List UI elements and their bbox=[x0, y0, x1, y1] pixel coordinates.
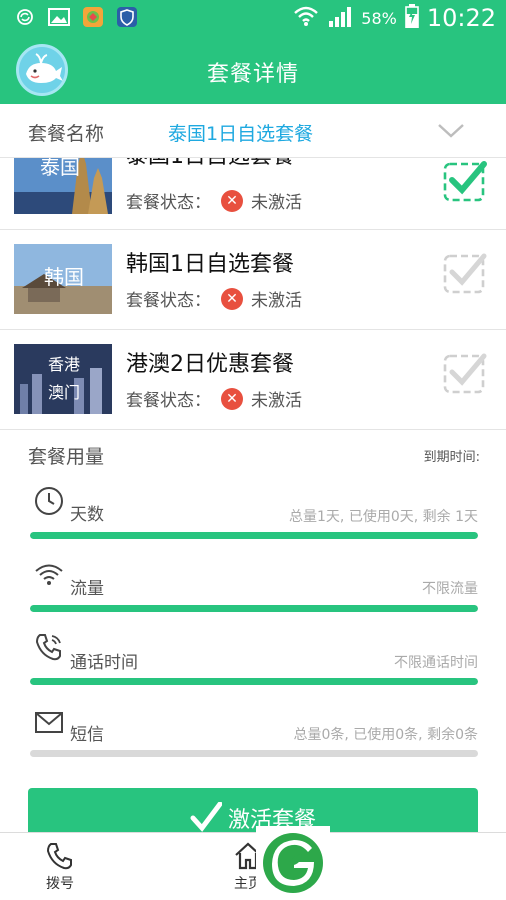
status-label: 套餐状态： bbox=[126, 391, 211, 411]
package-name: 泰国1日自选套餐 bbox=[126, 158, 294, 170]
usage-name: 通话时间 bbox=[70, 653, 138, 673]
package-status: 套餐状态： ✕ 未激活 bbox=[126, 188, 302, 213]
usage-progress-bar bbox=[30, 750, 478, 757]
korea-thumb-text: 韩国 bbox=[44, 265, 84, 289]
status-label: 套餐状态： bbox=[126, 193, 211, 213]
usage-progress-fill bbox=[30, 678, 478, 685]
package-status: 套餐状态： ✕ 未激活 bbox=[126, 386, 302, 411]
phone-icon bbox=[34, 632, 64, 662]
status-bar: 58% 10:22 bbox=[0, 0, 506, 36]
checkbox-unchecked-icon[interactable] bbox=[442, 250, 488, 296]
wifi-icon bbox=[293, 5, 319, 31]
usage-progress-bar bbox=[30, 605, 478, 612]
usage-detail: 不限通话时间 bbox=[394, 655, 478, 671]
usage-name: 短信 bbox=[70, 725, 104, 745]
battery-charging-icon bbox=[405, 4, 419, 32]
nav-dial[interactable]: 拨号 bbox=[20, 841, 100, 893]
status-value: 未激活 bbox=[251, 291, 302, 311]
image-icon bbox=[48, 6, 70, 28]
package-item-thailand[interactable]: 泰国 泰国1日自选套餐 套餐状态： ✕ 未激活 bbox=[0, 158, 506, 230]
usage-detail: 总量1天, 已使用0天, 剩余 1天 bbox=[289, 509, 478, 525]
package-item-hk-macau[interactable]: 香港 澳门 港澳2日优惠套餐 套餐状态： ✕ 未激活 bbox=[0, 330, 506, 430]
checkbox-unchecked-icon[interactable] bbox=[442, 350, 488, 396]
clock-time: 10:22 bbox=[426, 4, 496, 32]
status-label: 套餐状态： bbox=[126, 291, 211, 311]
package-item-korea[interactable]: 韩国 韩国1日自选套餐 套餐状态： ✕ 未激活 bbox=[0, 230, 506, 330]
phone-icon bbox=[45, 841, 75, 871]
checkbox-checked-icon[interactable] bbox=[442, 158, 488, 204]
thailand-thumbnail: 泰国 bbox=[14, 158, 112, 214]
package-selector-label: 套餐名称 bbox=[28, 123, 105, 145]
status-value: 未激活 bbox=[251, 193, 302, 213]
sync-icon bbox=[14, 6, 36, 28]
shield-icon bbox=[116, 6, 138, 28]
usage-row-sms: 短信 总量0条, 已使用0条, 剩余0条 bbox=[0, 708, 506, 780]
package-name: 港澳2日优惠套餐 bbox=[126, 352, 294, 377]
usage-title: 套餐用量 bbox=[28, 446, 105, 468]
usage-name: 天数 bbox=[70, 505, 104, 525]
inactive-icon: ✕ bbox=[221, 387, 243, 410]
watermark-logo bbox=[256, 826, 330, 900]
app-header: 套餐详情 bbox=[0, 36, 506, 104]
status-value: 未激活 bbox=[251, 391, 302, 411]
usage-row-calls: 通话时间 不限通话时间 bbox=[0, 632, 506, 704]
usage-name: 流量 bbox=[70, 579, 104, 599]
signal-icon bbox=[327, 5, 353, 31]
clock-icon bbox=[34, 486, 64, 516]
usage-row-days: 天数 总量1天, 已使用0天, 剩余 1天 bbox=[0, 486, 506, 558]
nav-dial-label: 拨号 bbox=[46, 876, 74, 892]
package-selector-value[interactable]: 泰国1日自选套餐 bbox=[168, 119, 313, 146]
usage-progress-bar bbox=[30, 678, 478, 685]
hk-thumb-text: 香港 bbox=[48, 355, 80, 374]
korea-thumbnail: 韩国 bbox=[14, 244, 112, 314]
chevron-down-icon[interactable] bbox=[436, 122, 466, 144]
package-list[interactable]: 泰国 泰国1日自选套餐 套餐状态： ✕ 未激活 韩国 韩国1日自 bbox=[0, 158, 506, 430]
app-icon bbox=[82, 6, 104, 28]
hk-macau-thumbnail: 香港 澳门 bbox=[14, 344, 112, 414]
package-status: 套餐状态： ✕ 未激活 bbox=[126, 286, 302, 311]
usage-detail: 总量0条, 已使用0条, 剩余0条 bbox=[293, 727, 478, 743]
usage-progress-bar bbox=[30, 532, 478, 539]
package-name: 韩国1日自选套餐 bbox=[126, 252, 294, 277]
thailand-thumb-text: 泰国 bbox=[40, 158, 80, 179]
package-selector[interactable]: 套餐名称 泰国1日自选套餐 bbox=[0, 104, 506, 158]
expiry-label: 到期时间: bbox=[423, 450, 480, 465]
wifi-icon bbox=[34, 560, 64, 590]
mail-icon bbox=[34, 708, 64, 738]
inactive-icon: ✕ bbox=[221, 189, 243, 212]
usage-detail: 不限流量 bbox=[422, 581, 478, 597]
usage-section: 套餐用量 到期时间: 天数 总量1天, 已使用0天, 剩余 1天 流量 不限流量… bbox=[0, 430, 506, 830]
bottom-nav: 拨号 主页 bbox=[0, 832, 506, 900]
usage-progress-fill bbox=[30, 532, 478, 539]
inactive-icon: ✕ bbox=[221, 287, 243, 310]
macau-thumb-text: 澳门 bbox=[48, 383, 80, 402]
battery-percent: 58% bbox=[361, 8, 397, 28]
page-title: 套餐详情 bbox=[206, 62, 299, 87]
usage-progress-fill bbox=[30, 605, 478, 612]
usage-row-data: 流量 不限流量 bbox=[0, 560, 506, 632]
